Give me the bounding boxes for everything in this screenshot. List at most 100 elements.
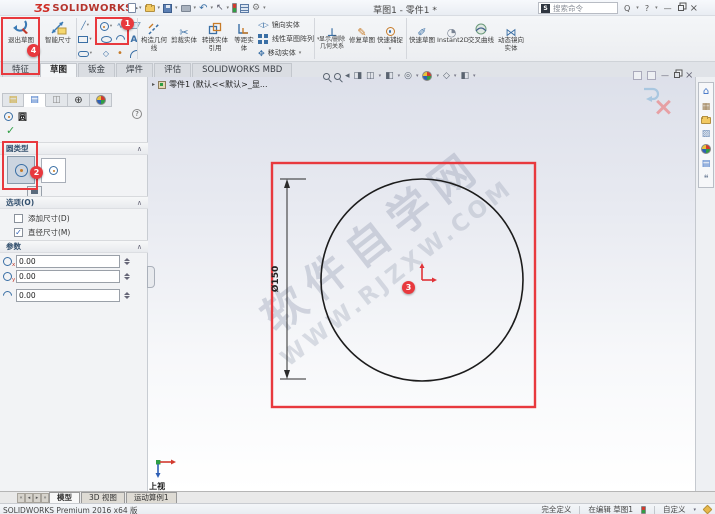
dimension-value-label[interactable]: Ø150 (271, 259, 283, 299)
help-button[interactable]: ? (132, 109, 142, 119)
help-icon[interactable]: ? (645, 4, 649, 13)
repair-sketch-button[interactable]: ✎ 修复草图 (349, 17, 375, 61)
apply-scene-icon[interactable]: ◇ (443, 71, 450, 81)
convert-entities-button[interactable]: 转换实体引用 (200, 17, 230, 61)
view-palette-icon[interactable]: ▨ (702, 129, 711, 139)
rectangle-dropdown-icon[interactable]: ▾ (89, 37, 91, 42)
diameter-dimension-checkbox[interactable]: ✓ (14, 228, 23, 237)
add-dimension-checkbox[interactable] (14, 214, 23, 223)
polygon-tool[interactable]: ◇ (99, 47, 113, 60)
new-document-icon[interactable] (128, 3, 136, 13)
tab-sketch[interactable]: 草图 (40, 63, 77, 77)
orientation-dropdown-icon[interactable]: ▾ (379, 73, 382, 79)
prev-tab-icon[interactable]: ◂ (25, 493, 33, 503)
display-relations-button[interactable]: ⊥ 显示/删除几何关系 (317, 17, 347, 61)
undo-dropdown-icon[interactable]: ▾ (210, 5, 213, 11)
undo-icon[interactable]: ↶ (199, 3, 207, 14)
ok-check-icon[interactable]: ✓ (6, 124, 15, 137)
tab-sheet-metal[interactable]: 钣金 (78, 63, 115, 77)
tab-weldments[interactable]: 焊件 (116, 63, 153, 77)
zoom-to-area-icon[interactable] (334, 73, 341, 80)
panel-splitter-handle[interactable] (147, 266, 155, 288)
rapid-sketch-button[interactable]: ✐ 快速草图 (409, 17, 435, 61)
radius-input[interactable] (16, 289, 120, 302)
save-dropdown-icon[interactable]: ▾ (175, 5, 178, 11)
save-icon[interactable] (163, 4, 172, 13)
file-explorer-icon[interactable] (701, 117, 711, 124)
tab-evaluate[interactable]: 评估 (154, 63, 191, 77)
doc-minimize-button[interactable]: — (661, 71, 669, 80)
dynamic-mirror-button[interactable]: ⋈ 动态镜向实体 (496, 17, 526, 61)
units-dropdown-icon[interactable]: ▾ (693, 507, 696, 513)
custom-properties-icon[interactable]: ▤ (702, 159, 711, 169)
slot-dropdown-icon[interactable]: ▾ (90, 51, 92, 56)
home-icon[interactable]: ⌂ (703, 86, 709, 97)
fillet-tool[interactable] (127, 47, 141, 60)
cancel-sketch-icon[interactable]: × (653, 95, 674, 119)
feature-manager-tab[interactable]: ▤ (2, 93, 24, 107)
help-dropdown-icon[interactable]: ▾ (655, 5, 658, 11)
quick-snaps-button[interactable]: 快速捕捉 ▾ (377, 17, 403, 61)
view-settings-dropdown-icon[interactable]: ▾ (473, 73, 476, 79)
tab-scroll-right-icon[interactable] (647, 71, 656, 80)
snaps-dropdown-icon[interactable]: ▾ (389, 46, 392, 52)
text-tool[interactable]: A (127, 33, 141, 46)
move-entities-button[interactable]: ✥ 移动实体 ▾ (258, 47, 301, 59)
appearances-icon[interactable] (701, 144, 711, 154)
move-dropdown-icon[interactable]: ▾ (299, 50, 302, 56)
center-x-input[interactable] (16, 255, 120, 268)
diameter-dimension-option[interactable]: ✓ 直径尺寸(M) (14, 227, 70, 238)
center-x-spinner[interactable] (124, 258, 130, 265)
doc-restore-button[interactable] (674, 72, 680, 78)
hide-show-dropdown-icon[interactable]: ▾ (416, 73, 419, 79)
search-input[interactable]: 搜索命令 (553, 3, 583, 14)
open-dropdown-icon[interactable]: ▾ (158, 5, 161, 11)
intersection-curve-button[interactable]: 交叉曲线 (468, 17, 494, 61)
tab-scroll-left-icon[interactable] (633, 71, 642, 80)
diameter-dimension[interactable] (280, 179, 306, 379)
radius-spinner[interactable] (124, 292, 130, 299)
print-dropdown-icon[interactable]: ▾ (194, 5, 197, 11)
search-dropdown-icon[interactable]: ▾ (636, 5, 639, 11)
scene-dropdown-icon[interactable]: ▾ (454, 73, 457, 79)
first-tab-icon[interactable]: « (17, 493, 25, 503)
smart-dimension-button[interactable]: 智能尺寸 (42, 17, 74, 61)
edit-appearance-icon[interactable] (422, 71, 432, 81)
trim-entities-button[interactable]: ✂ 剪裁实体 (170, 17, 198, 61)
center-y-spinner[interactable] (124, 273, 130, 280)
command-search[interactable]: S 搜索命令 (538, 2, 618, 14)
instant2d-button[interactable]: ◔ Instant2D (437, 17, 466, 61)
units-label[interactable]: 自定义 (663, 504, 686, 514)
print-icon[interactable] (181, 5, 191, 12)
tab-solidworks-mbd[interactable]: SOLIDWORKS MBD (192, 63, 292, 77)
view-orientation-icon[interactable]: ◫ (366, 71, 375, 81)
next-tab-icon[interactable]: ▸ (33, 493, 41, 503)
new-dropdown-icon[interactable]: ▾ (139, 5, 142, 11)
dimxpert-manager-tab[interactable]: ⊕ (68, 93, 90, 107)
options-icon[interactable] (240, 4, 249, 13)
view-settings-icon[interactable]: ◧ (460, 71, 469, 81)
configuration-manager-tab[interactable]: ◫ (46, 93, 68, 107)
line-dropdown-icon[interactable]: ▾ (87, 23, 89, 28)
motion-study-tab[interactable]: 运动算例1 (126, 492, 177, 503)
property-manager-tab[interactable]: ▤ (24, 93, 46, 107)
display-manager-tab[interactable] (90, 93, 112, 107)
open-icon[interactable] (145, 5, 155, 12)
collapse-icon[interactable]: ∧ (137, 199, 142, 207)
previous-view-icon[interactable]: ◂ (345, 71, 350, 81)
collapse-icon[interactable]: ∧ (137, 145, 142, 153)
construction-geometry-button[interactable]: 构造几何线 (140, 17, 168, 61)
zoom-to-fit-icon[interactable] (323, 73, 330, 80)
close-button[interactable]: × (690, 3, 698, 14)
tag-icon[interactable] (703, 505, 713, 514)
minimize-button[interactable]: — (664, 4, 672, 13)
last-tab-icon[interactable]: » (41, 493, 49, 503)
slot-tool[interactable]: ▾ (78, 47, 92, 60)
hide-show-items-icon[interactable]: ◎ (404, 71, 412, 81)
design-library-icon[interactable]: ▦ (702, 102, 711, 112)
rectangle-tool[interactable]: ▾ (78, 33, 92, 46)
forum-icon[interactable]: ❝ (704, 174, 709, 184)
flyout-feature-tree[interactable]: ▸ 零件1 (默认<<默认>_显... (152, 79, 268, 90)
line-tool[interactable]: ╱▾ (78, 19, 92, 32)
parameters-section-header[interactable]: 参数 ∧ (0, 240, 148, 253)
